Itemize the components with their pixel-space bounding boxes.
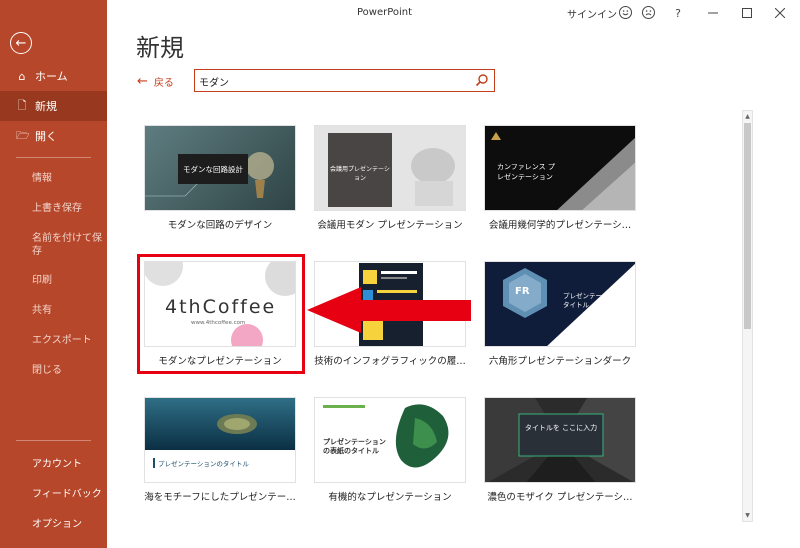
backstage-sidebar: ← ⌂ ホーム 🗋 新規 🗁 開く 情報 上書き保存 名前を付けて保 存 印刷 … (0, 0, 107, 548)
sidebar-item-label: 開く (35, 130, 57, 143)
back-link[interactable]: ← 戻る (137, 74, 174, 89)
save-as-label-line2: 存 (32, 246, 42, 257)
sidebar-divider (16, 440, 91, 441)
scroll-thumb[interactable] (744, 123, 751, 329)
sidebar-item-export[interactable]: エクスポート (0, 334, 107, 347)
sidebar-item-close[interactable]: 閉じる (0, 364, 107, 377)
thumb-title: カンファレンス プレゼンテーション (497, 163, 555, 181)
template-thumbnail: モダンな回路設計 (144, 125, 296, 211)
maximize-icon[interactable] (737, 3, 757, 23)
scroll-down-icon[interactable]: ▼ (743, 510, 752, 521)
thumb-title: 会議用プレゼンテーション (330, 166, 390, 182)
page-title: 新規 (136, 34, 184, 62)
sidebar-item-account[interactable]: アカウント (0, 455, 107, 470)
sidebar-item-home[interactable]: ⌂ ホーム (0, 61, 107, 91)
template-label: モダンな回路のデザイン (167, 220, 273, 231)
template-label: 六角形プレゼンテーションダーク (488, 356, 632, 367)
signin-button[interactable]: サインイン (567, 6, 617, 21)
sidebar-item-info[interactable]: 情報 (0, 172, 107, 185)
left-arrow-icon: ← (137, 74, 148, 89)
sidebar-item-label: 新規 (35, 100, 57, 113)
template-label: 会議用幾何学的プレゼンテーシ… (488, 220, 632, 231)
search-icon[interactable] (475, 73, 489, 87)
template-label: 海をモチーフにしたプレゼンテー… (144, 492, 296, 503)
home-icon: ⌂ (18, 69, 26, 83)
sidebar-item-save-as[interactable]: 名前を付けて保 存 (0, 232, 107, 258)
template-search-box[interactable] (194, 69, 495, 92)
sidebar-item-label: ホーム (35, 70, 68, 83)
thumb-title: モダンな回路設計 (178, 154, 248, 184)
title-bar: PowerPoint サインイン ? (107, 0, 800, 26)
sidebar-divider (16, 157, 91, 158)
template-thumbnail: タイトルを ここに入力 (484, 397, 636, 483)
thumb-title: プレゼンテーションの タイトル (563, 292, 628, 309)
search-input[interactable] (199, 73, 469, 89)
template-thumbnail: カンファレンス プレゼンテーション (484, 125, 636, 211)
sidebar-item-new[interactable]: 🗋 新規 (0, 91, 107, 121)
back-link-label: 戻る (153, 78, 174, 89)
template-thumbnail: プレゼンテーションのタイトル (144, 397, 296, 483)
folder-icon: 🗁 (16, 128, 30, 142)
back-arrow-icon[interactable]: ← (10, 32, 32, 54)
thumb-title: プレゼンテーション の表紙のタイトル (323, 438, 386, 455)
sidebar-item-print[interactable]: 印刷 (0, 274, 107, 287)
save-as-label-line1: 名前を付けて保 (32, 233, 102, 244)
template-thumbnail: FR プレゼンテーションの タイトル (484, 261, 636, 347)
sidebar-item-open[interactable]: 🗁 開く (0, 121, 107, 151)
sidebar-item-share[interactable]: 共有 (0, 304, 107, 317)
minimize-icon[interactable] (703, 3, 723, 23)
frown-feedback-icon[interactable] (642, 6, 655, 19)
close-icon[interactable] (770, 3, 790, 23)
template-thumbnail: 会議用プレゼンテーション (314, 125, 466, 211)
new-document-icon: 🗋 (17, 98, 27, 112)
template-label: 会議用モダン プレゼンテーション (317, 220, 463, 231)
sidebar-item-save[interactable]: 上書き保存 (0, 202, 107, 215)
thumb-title: タイトルを ここに入力 (524, 424, 598, 432)
template-label: 技術のインフォグラフィックの履… (314, 356, 466, 367)
template-thumbnail: プレゼンテーション の表紙のタイトル (314, 397, 466, 483)
help-icon[interactable]: ? (668, 3, 688, 23)
sidebar-item-options[interactable]: オプション (0, 515, 107, 530)
red-arrow-annotation (307, 287, 471, 333)
thumb-title: プレゼンテーションのタイトル (153, 458, 249, 468)
highlight-frame (137, 254, 305, 374)
sidebar-item-feedback[interactable]: フィードバック (0, 485, 107, 500)
app-title: PowerPoint (357, 7, 413, 18)
template-label: 有機的なプレゼンテーション (328, 492, 452, 503)
template-label: 濃色のモザイク プレゼンテーシ… (487, 492, 633, 503)
thumb-badge: FR (515, 286, 530, 297)
scroll-up-icon[interactable]: ▲ (743, 111, 752, 122)
smile-feedback-icon[interactable] (619, 6, 632, 19)
vertical-scrollbar[interactable]: ▲ ▼ (742, 110, 753, 522)
